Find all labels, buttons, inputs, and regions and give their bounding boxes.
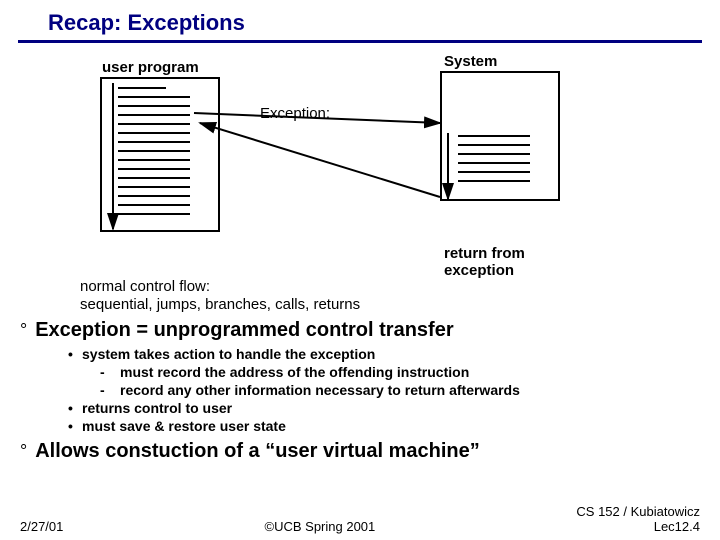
footer-right: CS 152 / Kubiatowicz Lec12.4 bbox=[576, 504, 700, 534]
bullet-list: ° Exception = unprogrammed control trans… bbox=[20, 319, 700, 463]
sub-b: returns control to user bbox=[68, 400, 700, 416]
footer: 2/27/01 ©UCB Spring 2001 CS 152 / Kubiat… bbox=[0, 504, 720, 534]
footer-course: CS 152 / Kubiatowicz bbox=[576, 504, 700, 519]
degree-icon: ° bbox=[20, 441, 27, 462]
normal-flow-line2: sequential, jumps, branches, calls, retu… bbox=[80, 296, 360, 314]
footer-lec: Lec12.4 bbox=[576, 519, 700, 534]
sub-c: must save & restore user state bbox=[68, 418, 700, 434]
subpoints-2: returns control to user must save & rest… bbox=[68, 400, 700, 434]
sub-a: system takes action to handle the except… bbox=[68, 346, 700, 362]
footer-center: ©UCB Spring 2001 bbox=[265, 519, 376, 534]
dash-points: must record the address of the offending… bbox=[100, 364, 700, 398]
slide-title: Recap: Exceptions bbox=[18, 0, 702, 43]
bullet-1-text: Exception = unprogrammed control transfe… bbox=[35, 319, 453, 342]
bullet-2: ° Allows constuction of a “user virtual … bbox=[20, 440, 700, 463]
sub-a2: record any other information necessary t… bbox=[100, 382, 700, 398]
subpoints: system takes action to handle the except… bbox=[68, 346, 700, 362]
sub-a1: must record the address of the offending… bbox=[100, 364, 700, 380]
diagram-area: user program Exception: System Exception… bbox=[0, 53, 720, 283]
normal-flow-line1: normal control flow: bbox=[80, 278, 360, 296]
normal-flow-caption: normal control flow: sequential, jumps, … bbox=[80, 278, 360, 314]
bullet-1: ° Exception = unprogrammed control trans… bbox=[20, 319, 700, 342]
footer-date: 2/27/01 bbox=[20, 519, 63, 534]
degree-icon: ° bbox=[20, 320, 27, 341]
arrows-svg bbox=[0, 53, 720, 313]
bullet-2-text: Allows constuction of a “user virtual ma… bbox=[35, 440, 480, 463]
